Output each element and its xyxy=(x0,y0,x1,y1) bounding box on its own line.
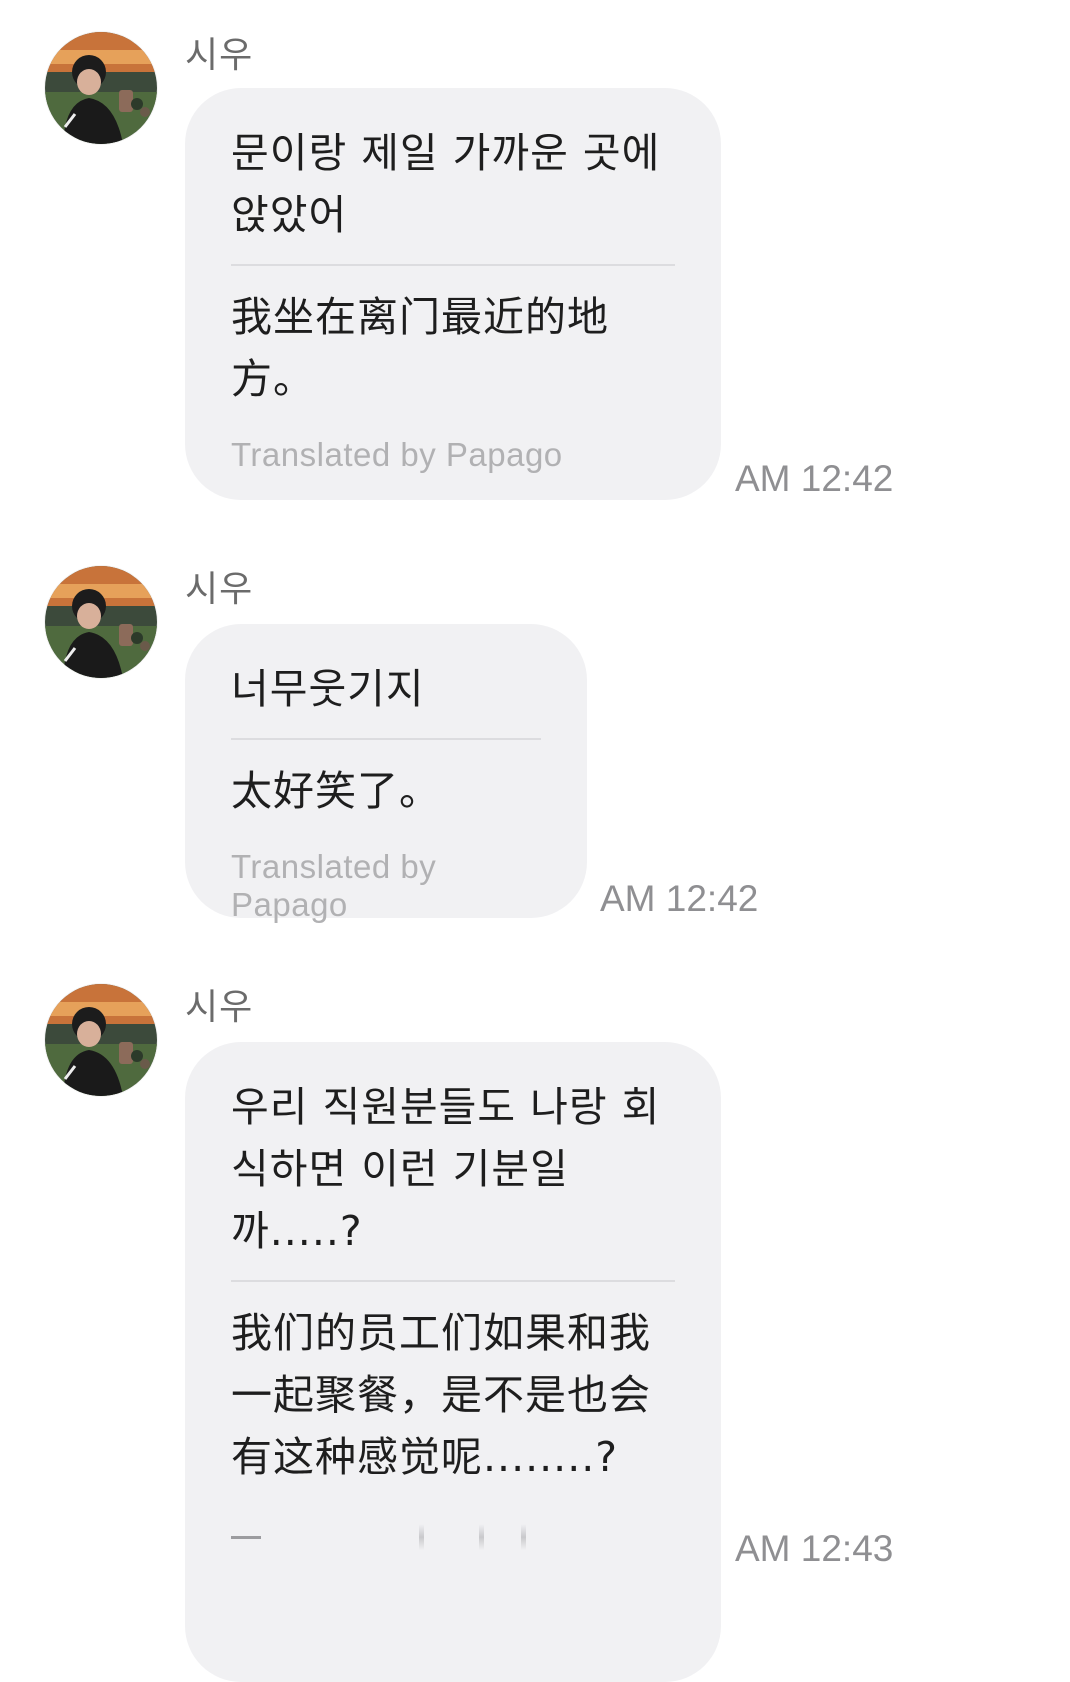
original-text: 문이랑 제일 가까운 곳에 앉았어 xyxy=(231,129,661,239)
avatar[interactable] xyxy=(45,566,157,678)
avatar[interactable] xyxy=(45,32,157,144)
message-time: AM 12:42 xyxy=(735,458,894,499)
artifact-mark xyxy=(419,1524,424,1550)
profile-photo-icon xyxy=(45,566,157,678)
sender-name: 시우 xyxy=(185,987,254,1028)
translation-credit: Translated by Papago xyxy=(231,848,437,923)
message-time: AM 12:43 xyxy=(735,1528,894,1569)
original-text: 너무웃기지 xyxy=(231,665,425,713)
message-bubble[interactable]: 문이랑 제일 가까운 곳에 앉았어 我坐在离门最近的地 方。 Translate… xyxy=(185,88,721,500)
translated-text: 我坐在离门最近的地 方。 xyxy=(231,293,609,403)
divider xyxy=(231,264,675,266)
artifact-mark xyxy=(479,1524,484,1550)
artifact-mark xyxy=(521,1524,526,1550)
avatar[interactable] xyxy=(45,984,157,1096)
profile-photo-icon xyxy=(45,32,157,144)
translated-text: 我们的员工们如果和我 一起聚餐，是不是也会 有这种感觉呢........? xyxy=(231,1309,651,1481)
translation-credit: Translated by Papago xyxy=(231,436,563,473)
message-time: AM 12:42 xyxy=(600,878,759,919)
message-bubble[interactable]: 우리 직원분들도 나랑 회 식하면 이런 기분일 까.....? 我们的员工们如… xyxy=(185,1042,721,1682)
cut-off-credit xyxy=(231,1524,675,1554)
profile-photo-icon xyxy=(45,984,157,1096)
divider xyxy=(231,1536,261,1539)
sender-name: 시우 xyxy=(185,569,254,610)
message-bubble[interactable]: 너무웃기지 太好笑了。 Translated by Papago xyxy=(185,624,587,923)
chat-thread: 시우 문이랑 제일 가까운 곳에 앉았어 我坐在离门最近的地 方。 Transl… xyxy=(0,0,1070,1682)
translated-text: 太好笑了。 xyxy=(231,767,441,815)
original-text: 우리 직원분들도 나랑 회 식하면 이런 기분일 까.....? xyxy=(231,1083,661,1255)
sender-name: 시우 xyxy=(185,35,254,76)
divider xyxy=(231,738,541,740)
divider xyxy=(231,1280,675,1282)
